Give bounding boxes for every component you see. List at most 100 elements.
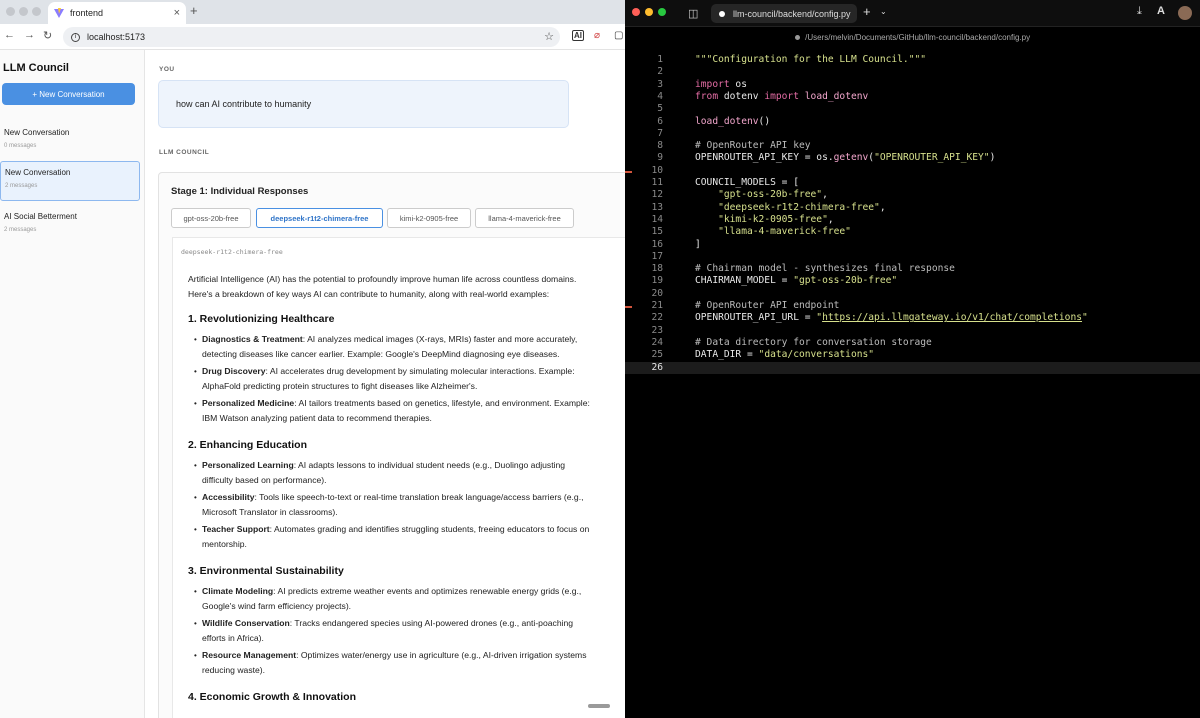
code-editor-window: ◫ llm-council/backend/config.py + ⌄ ⤓ A … bbox=[625, 0, 1200, 718]
bullet-term: Climate Modeling bbox=[202, 586, 274, 596]
chevron-down-icon[interactable]: ⌄ bbox=[880, 7, 887, 16]
minimize-window-button[interactable] bbox=[645, 8, 653, 16]
editor-tab[interactable]: llm-council/backend/config.py bbox=[711, 4, 857, 23]
site-info-icon[interactable]: i bbox=[71, 32, 80, 42]
code-line[interactable]: 3 import os bbox=[625, 79, 1200, 91]
bullet-text: : Optimizes water/energy use in agricult… bbox=[296, 650, 587, 660]
code-text: OPENROUTER_API_KEY = os.getenv("OPENROUT… bbox=[695, 152, 996, 164]
code-line[interactable]: 20 bbox=[625, 288, 1200, 300]
code-line[interactable]: 12 "gpt-oss-20b-free", bbox=[625, 189, 1200, 201]
response-intro: Here's a breakdown of key ways AI can co… bbox=[188, 289, 550, 299]
code-line[interactable]: 4 from dotenv import load_dotenv bbox=[625, 91, 1200, 103]
bullet-text: : AI adapts lessons to individual studen… bbox=[293, 460, 566, 470]
model-tab-deepseek[interactable]: deepseek-r1t2-chimera-free bbox=[256, 208, 383, 228]
response-bullet-line: detecting diseases like cancer earlier. … bbox=[202, 349, 560, 359]
line-number: 14 bbox=[651, 213, 663, 225]
assistant-icon[interactable]: A bbox=[1157, 5, 1165, 17]
new-tab-button[interactable]: + bbox=[190, 3, 198, 18]
close-window-button[interactable] bbox=[6, 7, 15, 16]
close-window-button[interactable] bbox=[632, 8, 640, 16]
new-conversation-button[interactable]: + New Conversation bbox=[2, 83, 135, 105]
code-line[interactable]: 22 OPENROUTER_API_URL = "https://api.llmg… bbox=[625, 306, 1200, 324]
bullet-term: Wildlife Conservation bbox=[202, 618, 290, 628]
code-line[interactable]: 11 COUNCIL_MODELS = [ bbox=[625, 171, 1200, 189]
reload-icon[interactable]: ↻ bbox=[43, 29, 52, 42]
forward-icon[interactable]: → bbox=[24, 29, 35, 41]
model-tab-gpt[interactable]: gpt-oss-20b-free bbox=[171, 208, 251, 228]
code-text: """Configuration for the LLM Council.""" bbox=[695, 54, 927, 65]
code-line[interactable]: 25 DATA_DIR = "data/conversations" bbox=[625, 349, 1200, 361]
back-icon[interactable]: ← bbox=[4, 29, 15, 41]
code-text: # OpenRouter API key bbox=[695, 140, 811, 152]
code-line[interactable]: 8 # OpenRouter API key bbox=[625, 140, 1200, 152]
code-text: "gpt-oss-20b-free", bbox=[718, 189, 828, 201]
avatar[interactable] bbox=[1178, 6, 1192, 20]
code-line[interactable]: 2 bbox=[625, 66, 1200, 78]
response-heading: 4. Economic Growth & Innovation bbox=[188, 691, 357, 703]
code-text: import os bbox=[695, 78, 747, 90]
conversation-item-active[interactable]: New Conversation 2 messages bbox=[0, 161, 140, 201]
response-intro: Artificial Intelligence (AI) has the pot… bbox=[188, 274, 577, 284]
scrollbar-thumb[interactable] bbox=[588, 704, 610, 708]
line-number: 15 bbox=[651, 226, 663, 238]
bullet-icon: • bbox=[194, 525, 197, 534]
bookmark-star-icon[interactable]: ☆ bbox=[544, 30, 554, 43]
response-bullet-line: Climate Modeling: AI predicts extreme we… bbox=[202, 586, 625, 596]
response-heading: 1. Revolutionizing Healthcare bbox=[188, 313, 335, 325]
zoom-window-button[interactable] bbox=[32, 7, 41, 16]
code-line[interactable]: 15 "llama-4-maverick-free" bbox=[625, 226, 1200, 238]
code-line[interactable]: 9 OPENROUTER_API_KEY = os.getenv("OPENROU… bbox=[625, 152, 1200, 164]
code-line[interactable]: 14 "kimi-k2-0905-free", bbox=[625, 214, 1200, 226]
line-number: 2 bbox=[657, 66, 663, 78]
response-bullet-line: Microsoft Translator in classrooms). bbox=[202, 507, 338, 517]
code-text: "llama-4-maverick-free" bbox=[718, 226, 851, 238]
model-tab-kimi[interactable]: kimi-k2-0905-free bbox=[387, 208, 471, 228]
bullet-term: Diagnostics & Treatment bbox=[202, 334, 303, 344]
code-line[interactable]: 23 bbox=[625, 325, 1200, 337]
ai-extension-icon[interactable]: AI bbox=[572, 30, 584, 41]
extension-icon[interactable]: ⌀ bbox=[594, 30, 600, 41]
line-number: 9 bbox=[657, 152, 663, 164]
bullet-term: Accessibility bbox=[202, 492, 255, 502]
conversation-count: 2 messages bbox=[4, 227, 37, 233]
stage-title: Stage 1: Individual Responses bbox=[171, 186, 309, 197]
bullet-term: Teacher Support bbox=[202, 524, 270, 534]
conversation-item[interactable]: AI Social Betterment 2 messages bbox=[0, 206, 140, 246]
code-line[interactable]: 10 bbox=[625, 165, 1200, 177]
you-label: YOU bbox=[159, 66, 175, 73]
extensions-puzzle-icon[interactable]: ▢ bbox=[614, 30, 623, 41]
browser-tabstrip: frontend × + bbox=[0, 0, 625, 24]
code-line[interactable]: 13 "deepseek-r1t2-chimera-free", bbox=[625, 202, 1200, 214]
code-line[interactable]: 26 bbox=[625, 361, 1200, 374]
file-path: /Users/melvin/Documents/GitHub/llm-counc… bbox=[805, 33, 1031, 42]
file-path-bar: /Users/melvin/Documents/GitHub/llm-counc… bbox=[625, 33, 1200, 42]
zoom-window-button[interactable] bbox=[658, 8, 666, 16]
close-tab-icon[interactable]: × bbox=[174, 7, 180, 19]
code-line[interactable]: 6 load_dotenv() bbox=[625, 116, 1200, 128]
code-line[interactable]: 24 # Data directory for conversation stor… bbox=[625, 337, 1200, 349]
code-line[interactable]: 17 bbox=[625, 251, 1200, 263]
code-text: # OpenRouter API endpoint bbox=[695, 300, 840, 311]
toggle-sidebar-icon[interactable]: ◫ bbox=[688, 7, 698, 20]
model-tab-llama[interactable]: llama-4-maverick-free bbox=[475, 208, 574, 228]
code-line[interactable]: 7 bbox=[625, 128, 1200, 140]
bullet-text: : AI analyzes medical images (X-rays, MR… bbox=[302, 334, 578, 344]
browser-toolbar: ← → ↻ i localhost:5173 ☆ AI ⌀ ▢ bbox=[0, 24, 625, 50]
code-line[interactable]: 19 CHAIRMAN_MODEL = "gpt-oss-20b-free" bbox=[625, 275, 1200, 287]
code-line[interactable]: 5 bbox=[625, 103, 1200, 115]
conversation-item[interactable]: New Conversation 0 messages bbox=[0, 122, 140, 162]
code-line[interactable]: 18 # Chairman model - synthesizes final r… bbox=[625, 263, 1200, 275]
code-line[interactable]: 16] bbox=[625, 239, 1200, 251]
line-number: 6 bbox=[657, 115, 663, 127]
code-line[interactable]: 1 """Configuration for the LLM Council.""… bbox=[625, 54, 1200, 66]
conversation-title: AI Social Betterment bbox=[4, 212, 77, 221]
new-tab-button[interactable]: + bbox=[863, 4, 871, 19]
bullet-icon: • bbox=[194, 619, 197, 628]
download-icon[interactable]: ⤓ bbox=[1137, 5, 1142, 18]
code-text: # Data directory for conversation storag… bbox=[695, 336, 932, 348]
browser-tab-frontend[interactable]: frontend × bbox=[48, 2, 186, 24]
address-bar[interactable]: i localhost:5173 ☆ bbox=[63, 27, 560, 47]
minimize-window-button[interactable] bbox=[19, 7, 28, 16]
code-line[interactable]: 21 # OpenRouter API endpoint bbox=[625, 300, 1200, 312]
line-number: 1 bbox=[657, 54, 663, 65]
